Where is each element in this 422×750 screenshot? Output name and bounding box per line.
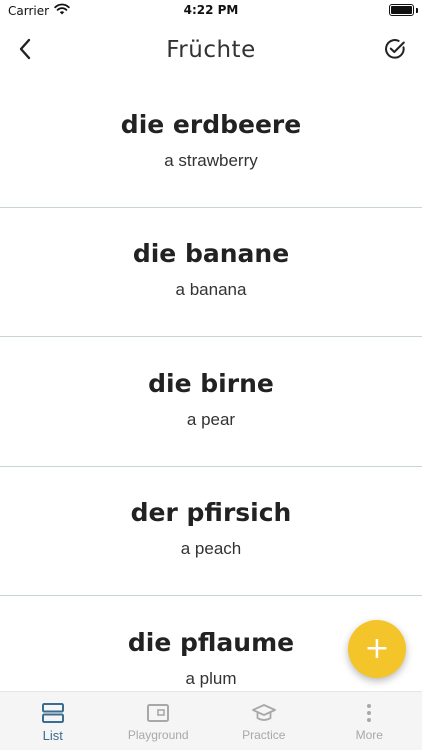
tab-bar: List Playground Practice More	[0, 691, 422, 750]
word-translation: a strawberry	[164, 150, 258, 170]
done-button[interactable]	[380, 36, 410, 66]
word-list[interactable]: die erdbeere a strawberry die banane a b…	[0, 78, 422, 691]
battery-tip	[416, 8, 418, 13]
word-translation: a pear	[186, 409, 236, 429]
status-time: 4:22 PM	[183, 3, 239, 17]
battery-level	[391, 6, 412, 14]
navigation-bar: Früchte	[0, 22, 422, 78]
battery-icon	[389, 4, 414, 16]
tab-label: More	[355, 728, 383, 742]
word-term: die birne	[148, 368, 274, 398]
word-term: die pflaume	[127, 627, 295, 657]
list-icon	[41, 702, 65, 724]
tab-playground[interactable]: Playground	[106, 692, 212, 750]
add-word-button[interactable]: +	[348, 620, 406, 678]
list-item[interactable]: die birne a pear	[0, 337, 422, 467]
graduation-cap-icon	[251, 702, 277, 724]
tab-list[interactable]: List	[0, 692, 106, 750]
word-term: die erdbeere	[120, 109, 302, 139]
word-translation: a plum	[185, 668, 237, 688]
more-vertical-icon	[365, 702, 373, 724]
status-bar: Carrier 4:22 PM	[0, 0, 422, 22]
word-translation: a banana	[175, 280, 247, 300]
word-term: der pfirsich	[130, 498, 292, 528]
check-circle-icon	[383, 37, 407, 66]
tab-label: List	[42, 728, 63, 743]
tab-label: Practice	[242, 728, 286, 742]
list-item[interactable]: die banane a banana	[0, 208, 422, 337]
tab-practice[interactable]: Practice	[211, 692, 317, 750]
word-term: die banane	[132, 239, 290, 269]
page-title: Früchte	[166, 37, 256, 63]
tab-more[interactable]: More	[317, 692, 422, 750]
list-item[interactable]: die erdbeere a strawberry	[0, 78, 422, 208]
plus-icon: +	[364, 631, 390, 666]
tab-label: Playground	[127, 728, 189, 742]
picture-frame-icon	[146, 702, 170, 724]
list-item[interactable]: der pfirsich a peach	[0, 467, 422, 596]
word-translation: a peach	[180, 539, 242, 559]
